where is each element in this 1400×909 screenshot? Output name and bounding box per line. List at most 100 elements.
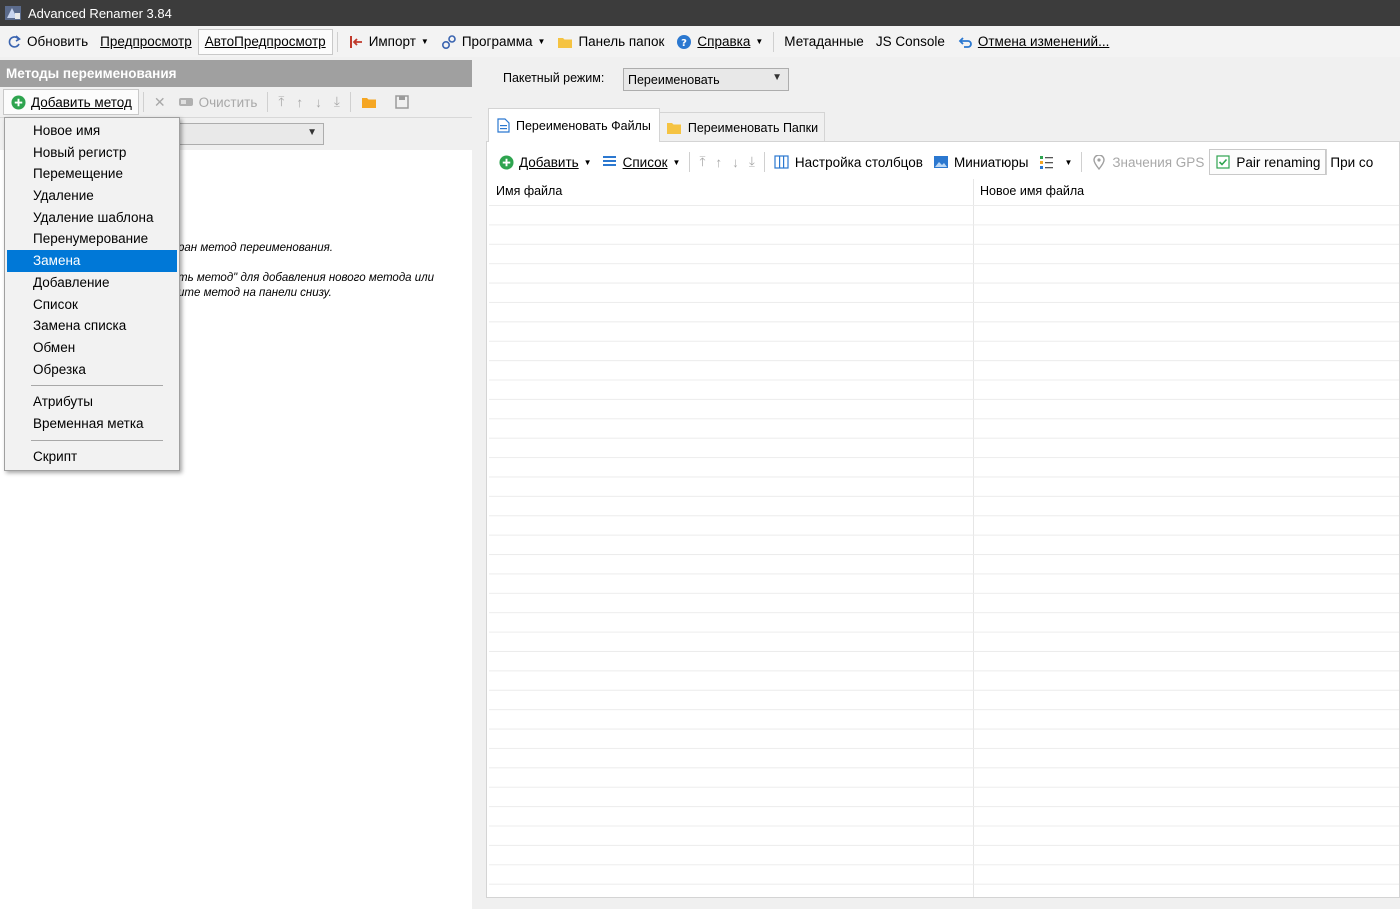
move-top-icon: ⤒: [278, 94, 285, 109]
main-toolbar: Обновить Предпросмотр АвтоПредпросмотр И…: [0, 26, 1400, 57]
move-bottom-button[interactable]: ⤓: [744, 149, 760, 175]
help-button[interactable]: ? Справка ▼: [670, 29, 769, 55]
tree-list-icon: [1038, 154, 1054, 170]
methods-toolbar: Добавить метод ✕ Очистить ⤒ ↑ ↓ ⤓: [0, 87, 472, 118]
menu-item-renumber[interactable]: Перенумерование: [7, 228, 177, 250]
column-header-new-filename[interactable]: Новое имя файла: [971, 179, 1399, 206]
checkbox-checked-icon: [1215, 154, 1231, 170]
import-icon: [348, 34, 364, 50]
hint-text-line1: ран метод переименования.: [178, 242, 333, 254]
files-list[interactable]: [489, 205, 1399, 897]
auto-preview-toggle[interactable]: АвтоПредпросмотр: [197, 28, 333, 55]
menu-item-script[interactable]: Скрипт: [7, 446, 177, 468]
help-icon: ?: [676, 34, 692, 50]
add-files-button[interactable]: Добавить ▼: [493, 149, 597, 175]
eraser-icon: [178, 94, 194, 110]
move-down-button[interactable]: ↓: [309, 89, 328, 115]
metadata-button[interactable]: Метаданные: [778, 29, 870, 55]
move-top-icon: ⤒: [699, 154, 706, 169]
chevron-down-icon: ▼: [537, 37, 546, 46]
hint-text-line3: ите метод на панели снизу.: [178, 287, 332, 299]
folder-panel-button[interactable]: Панель папок: [551, 29, 670, 55]
columns-settings-button[interactable]: Настройка столбцов: [769, 149, 928, 175]
menu-item-remove[interactable]: Удаление: [7, 185, 177, 207]
view-options-button[interactable]: ▼: [1033, 149, 1077, 175]
batch-mode-label: Пакетный режим:: [503, 71, 605, 85]
image-icon: [933, 154, 949, 170]
toolbar-separator: [689, 152, 691, 172]
method-combo[interactable]: ▼: [176, 123, 324, 145]
menu-item-new-name[interactable]: Новое имя: [7, 120, 177, 142]
clear-methods-button[interactable]: Очистить: [172, 89, 264, 115]
menu-item-remove-pattern[interactable]: Удаление шаблона: [7, 207, 177, 229]
batch-mode-select[interactable]: Переименовать ▼: [623, 68, 789, 91]
files-panel: Добавить ▼ Список ▼ ⤒ ↑ ↓ ⤓ Настройка стол…: [486, 141, 1400, 898]
undo-icon: [957, 34, 973, 50]
chevron-down-icon: ▼: [772, 72, 782, 83]
toolbar-separator: [1081, 152, 1083, 172]
chevron-down-icon: ▼: [1064, 157, 1073, 167]
menu-item-replace[interactable]: Замена: [7, 250, 177, 272]
move-up-button[interactable]: ↑: [710, 149, 727, 175]
menu-item-timestamp[interactable]: Временная метка: [7, 413, 177, 435]
arrow-down-icon: ↓: [732, 154, 739, 170]
menu-item-attributes[interactable]: Атрибуты: [7, 391, 177, 413]
add-method-button[interactable]: Добавить метод: [3, 89, 139, 115]
refresh-button[interactable]: Обновить: [0, 29, 94, 55]
chevron-down-icon: ▼: [672, 157, 681, 167]
menu-item-swap[interactable]: Обмен: [7, 337, 177, 359]
move-up-button[interactable]: ↑: [290, 89, 309, 115]
menu-separator: [31, 439, 163, 441]
tab-rename-files[interactable]: Переименовать Файлы: [488, 108, 660, 142]
plus-circle-icon: [10, 94, 26, 110]
toolbar-separator: [267, 92, 269, 112]
arrow-up-icon: ↑: [715, 154, 723, 170]
delete-method-button[interactable]: ✕: [148, 89, 172, 115]
file-icon: [497, 118, 510, 133]
move-bottom-button[interactable]: ⤓: [328, 89, 346, 115]
open-preset-button[interactable]: [355, 89, 388, 115]
import-button[interactable]: Импорт ▼: [342, 29, 435, 55]
menu-item-list[interactable]: Список: [7, 294, 177, 316]
move-bottom-icon: ⤓: [333, 94, 340, 109]
title-bar: Advanced Renamer 3.84: [0, 0, 1400, 26]
list-button[interactable]: Список ▼: [597, 149, 686, 175]
toolbar-separator: [142, 92, 144, 112]
folder-icon: [557, 34, 573, 50]
program-button[interactable]: Программа ▼: [435, 29, 552, 55]
gps-values-button[interactable]: Значения GPS: [1086, 149, 1209, 175]
app-icon: [4, 4, 22, 22]
undo-button[interactable]: Отмена изменений...: [951, 29, 1115, 55]
folder-icon: [666, 121, 682, 135]
thumbnails-button[interactable]: Миниатюры: [928, 149, 1034, 175]
toolbar-separator: [773, 31, 775, 52]
chevron-down-icon: ▼: [755, 37, 764, 46]
refresh-icon: [6, 34, 22, 50]
preview-button[interactable]: Предпросмотр: [94, 29, 198, 55]
move-top-button[interactable]: ⤒: [272, 89, 290, 115]
save-preset-button[interactable]: [388, 89, 421, 115]
columns-icon: [774, 154, 790, 170]
save-icon: [394, 94, 410, 110]
open-folder-icon: [361, 94, 377, 110]
menu-item-list-replace[interactable]: Замена списка: [7, 315, 177, 337]
menu-item-trim[interactable]: Обрезка: [7, 359, 177, 381]
pair-renaming-toggle[interactable]: Pair renaming: [1209, 149, 1327, 175]
chevron-down-icon: ▼: [420, 37, 429, 46]
move-bottom-icon: ⤓: [748, 154, 755, 169]
menu-item-new-case[interactable]: Новый регистр: [7, 142, 177, 164]
toolbar-separator: [349, 92, 351, 112]
add-method-menu: Новое имя Новый регистр Перемещение Удал…: [4, 117, 180, 471]
move-down-button[interactable]: ↓: [727, 149, 744, 175]
move-top-button[interactable]: ⤒: [694, 149, 710, 175]
arrow-down-icon: ↓: [315, 94, 322, 110]
list-icon: [602, 154, 618, 170]
more-options-button[interactable]: При со: [1326, 149, 1378, 175]
tab-rename-folders[interactable]: Переименовать Папки: [658, 112, 826, 142]
menu-item-move[interactable]: Перемещение: [7, 163, 177, 185]
window-title: Advanced Renamer 3.84: [28, 5, 172, 21]
js-console-button[interactable]: JS Console: [870, 29, 951, 55]
column-header-filename[interactable]: Имя файла: [487, 179, 973, 206]
menu-item-add[interactable]: Добавление: [7, 272, 177, 294]
toolbar-separator: [336, 31, 338, 52]
